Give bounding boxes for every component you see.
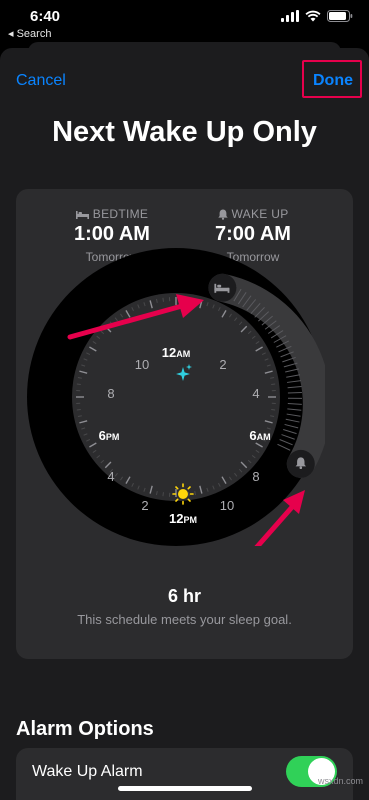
bell-icon: [217, 209, 228, 220]
hour-2-bottom-label: 2: [141, 498, 148, 513]
dial-tick: [76, 383, 81, 385]
sleep-duration: 6 hr: [167, 586, 201, 606]
bedtime-label-row: BEDTIME: [47, 207, 177, 221]
wakeup-label-row: WAKE UP: [188, 207, 318, 221]
sleep-goal-message: This schedule meets your sleep goal.: [77, 612, 292, 627]
home-indicator[interactable]: [118, 786, 252, 791]
wifi-icon: [305, 10, 321, 22]
wakeup-label: WAKE UP: [231, 207, 289, 221]
wakeup-value: 7:00 AM: [215, 223, 291, 245]
status-time: 6:40: [30, 8, 61, 25]
status-bar: 6:40 ◂ Search: [0, 0, 369, 44]
bedtime-label: BEDTIME: [92, 207, 149, 221]
bed-icon: [75, 211, 89, 219]
dial-tick: [271, 383, 276, 385]
dial-tick: [162, 297, 164, 302]
hour-2-top-label: 2: [219, 357, 226, 372]
bedtime-value: 1:00 AM: [74, 223, 150, 245]
bedtime-handle[interactable]: [208, 273, 237, 302]
wake-up-alarm-label: Wake Up Alarm: [32, 763, 143, 780]
back-to-search-link[interactable]: ◂ Search: [8, 27, 51, 40]
hour-8-right-label: 8: [252, 469, 259, 484]
wakeup-handle[interactable]: [286, 449, 315, 478]
dial-tick: [162, 492, 164, 497]
page-title: Next Wake Up Only: [52, 116, 317, 148]
signal-icon: [281, 10, 299, 22]
wake-up-alarm-row: Wake Up Alarm: [16, 748, 353, 800]
sleep-schedule-clock: 12AM 2 4 6AM 8 10 12PM 2 4 6PM 8 10: [27, 248, 325, 546]
hour-4-left-label: 4: [107, 469, 114, 484]
hour-10-top-label: 10: [135, 357, 149, 372]
done-highlight-annotation: [302, 60, 362, 98]
sleep-arc-tick: [287, 391, 302, 394]
dial-tick: [188, 492, 190, 497]
status-icons: [281, 10, 353, 22]
hour-4-right-label: 4: [252, 386, 259, 401]
dial-tick: [271, 409, 276, 411]
watermark-text: wsxdn.com: [317, 776, 363, 786]
alarm-options-title: Alarm Options: [16, 718, 154, 740]
cancel-button[interactable]: Cancel: [16, 72, 66, 90]
sun-icon: [172, 483, 194, 505]
hour-8-left-label: 8: [107, 386, 114, 401]
hour-10-bottom-label: 10: [220, 498, 234, 513]
battery-icon: [327, 10, 353, 22]
dial-tick: [76, 409, 81, 411]
